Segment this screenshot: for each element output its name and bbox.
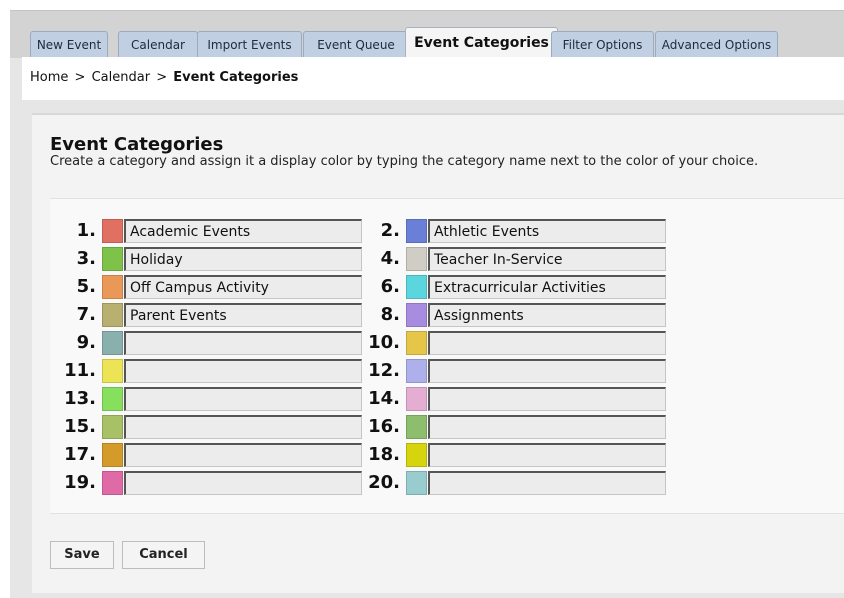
category-name-input-7[interactable]: [124, 303, 362, 327]
breadcrumb-separator: >: [74, 70, 86, 85]
category-name-input-17[interactable]: [124, 443, 362, 467]
category-number-5: 5.: [76, 276, 96, 297]
category-color-swatch-11: [102, 359, 123, 383]
category-name-input-11[interactable]: [124, 359, 362, 383]
category-color-swatch-4: [406, 247, 427, 271]
category-number-16: 16.: [368, 416, 400, 437]
tab-new-event[interactable]: New Event: [30, 31, 108, 58]
tab-event-queue[interactable]: Event Queue: [303, 31, 409, 58]
page-description: Create a category and assign it a displa…: [50, 154, 759, 169]
category-color-swatch-12: [406, 359, 427, 383]
category-color-swatch-5: [102, 275, 123, 299]
category-color-swatch-19: [102, 471, 123, 495]
category-number-12: 12.: [368, 360, 400, 381]
tab-calendar[interactable]: Calendar: [118, 31, 198, 58]
category-color-swatch-18: [406, 443, 427, 467]
category-number-13: 13.: [64, 388, 96, 409]
category-number-14: 14.: [368, 388, 400, 409]
category-name-input-12[interactable]: [428, 359, 666, 383]
tab-event-categories[interactable]: Event Categories: [405, 27, 558, 58]
tab-import-events[interactable]: Import Events: [197, 31, 302, 58]
category-name-input-2[interactable]: [428, 219, 666, 243]
tab-bar: New Event Calendar Import Events Event Q…: [10, 10, 844, 58]
category-name-input-16[interactable]: [428, 415, 666, 439]
category-number-11: 11.: [64, 360, 96, 381]
category-name-input-5[interactable]: [124, 275, 362, 299]
save-button[interactable]: Save: [50, 541, 114, 569]
category-number-8: 8.: [380, 304, 400, 325]
category-color-swatch-17: [102, 443, 123, 467]
category-number-20: 20.: [368, 472, 400, 493]
category-number-3: 3.: [76, 248, 96, 269]
category-number-2: 2.: [380, 220, 400, 241]
category-number-10: 10.: [368, 332, 400, 353]
category-color-swatch-2: [406, 219, 427, 243]
category-color-swatch-3: [102, 247, 123, 271]
category-name-input-15[interactable]: [124, 415, 362, 439]
category-name-input-1[interactable]: [124, 219, 362, 243]
category-number-17: 17.: [64, 444, 96, 465]
breadcrumb-home[interactable]: Home: [30, 70, 68, 85]
tab-advanced-options[interactable]: Advanced Options: [655, 31, 778, 58]
category-number-1: 1.: [76, 220, 96, 241]
tab-filter-options[interactable]: Filter Options: [551, 31, 654, 58]
category-name-input-6[interactable]: [428, 275, 666, 299]
category-color-swatch-13: [102, 387, 123, 411]
page-title: Event Categories: [50, 134, 224, 155]
category-name-input-13[interactable]: [124, 387, 362, 411]
category-number-9: 9.: [76, 332, 96, 353]
category-color-swatch-16: [406, 415, 427, 439]
category-color-swatch-9: [102, 331, 123, 355]
breadcrumb-current: Event Categories: [173, 70, 299, 85]
category-name-input-18[interactable]: [428, 443, 666, 467]
category-number-7: 7.: [76, 304, 96, 325]
category-name-input-9[interactable]: [124, 331, 362, 355]
category-color-swatch-15: [102, 415, 123, 439]
category-color-swatch-7: [102, 303, 123, 327]
breadcrumb: Home > Calendar > Event Categories: [30, 70, 298, 85]
breadcrumb-calendar[interactable]: Calendar: [92, 70, 150, 85]
category-name-input-20[interactable]: [428, 471, 666, 495]
category-name-input-8[interactable]: [428, 303, 666, 327]
breadcrumb-separator: >: [156, 70, 168, 85]
category-name-input-4[interactable]: [428, 247, 666, 271]
category-color-swatch-6: [406, 275, 427, 299]
category-number-19: 19.: [64, 472, 96, 493]
category-color-swatch-8: [406, 303, 427, 327]
category-name-input-10[interactable]: [428, 331, 666, 355]
cancel-button[interactable]: Cancel: [122, 541, 205, 569]
category-number-15: 15.: [64, 416, 96, 437]
category-name-input-14[interactable]: [428, 387, 666, 411]
category-number-18: 18.: [368, 444, 400, 465]
category-color-swatch-20: [406, 471, 427, 495]
category-color-swatch-1: [102, 219, 123, 243]
category-name-input-3[interactable]: [124, 247, 362, 271]
category-number-6: 6.: [380, 276, 400, 297]
category-name-input-19[interactable]: [124, 471, 362, 495]
category-color-swatch-14: [406, 387, 427, 411]
category-number-4: 4.: [380, 248, 400, 269]
category-color-swatch-10: [406, 331, 427, 355]
